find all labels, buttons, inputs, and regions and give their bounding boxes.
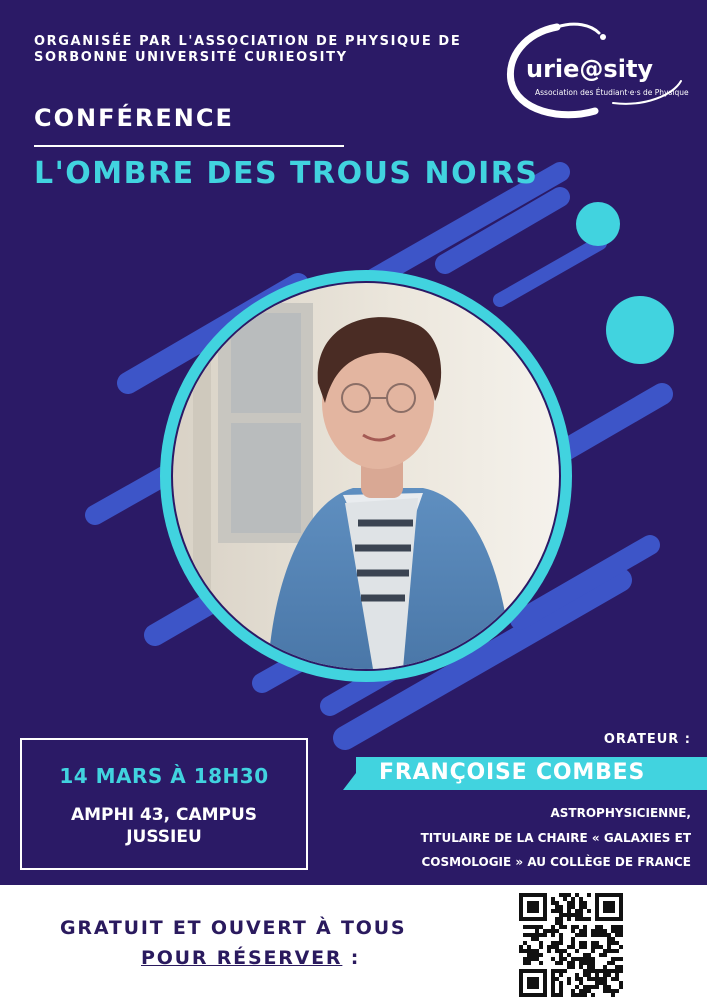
free-admission-text: GRATUIT ET OUVERT À TOUS [60, 917, 407, 939]
reserve-link[interactable]: POUR RÉSERVER [141, 947, 342, 969]
footer: GRATUIT ET OUVERT À TOUS POUR RÉSERVER : [0, 885, 707, 1000]
event-title: L'OMBRE DES TROUS NOIRS [34, 156, 539, 191]
speaker-portrait [173, 283, 559, 669]
organizer-text: ORGANISÉE PAR L'ASSOCIATION DE PHYSIQUE … [34, 34, 461, 66]
event-venue: AMPHI 43, CAMPUS JUSSIEU [20, 804, 308, 848]
event-type-label: CONFÉRENCE [34, 104, 234, 132]
logo-wordmark: urie@sity [526, 55, 654, 83]
speaker-desc-line-2: TITULAIRE DE LA CHAIRE « GALAXIES ET [420, 830, 691, 845]
organizer-line-2: SORBONNE UNIVERSITÉ CURIEOSITY [34, 50, 348, 65]
poster: ORGANISÉE PAR L'ASSOCIATION DE PHYSIQUE … [0, 0, 707, 885]
speaker-photo [173, 283, 559, 669]
logo-tagline: Association des Étudiant·e·s de Physique [535, 88, 689, 97]
date-venue-box: 14 MARS À 18H30 AMPHI 43, CAMPUS JUSSIEU [20, 738, 308, 870]
venue-line-1: AMPHI 43, CAMPUS [70, 805, 258, 825]
speaker-desc-line-3: COSMOLOGIE » AU COLLÈGE DE FRANCE [421, 855, 691, 869]
speaker-name: FRANÇOISE COMBES [379, 760, 646, 785]
speaker-label: ORATEUR : [603, 732, 691, 747]
speaker-desc-line-1: ASTROPHYSICIENNE, [550, 806, 691, 820]
curieosity-logo: urie@sity Association des Étudiant·e·s d… [495, 15, 695, 125]
organizer-line-1: ORGANISÉE PAR L'ASSOCIATION DE PHYSIQUE … [34, 34, 462, 49]
venue-line-2: JUSSIEU [126, 827, 202, 847]
speaker-description: ASTROPHYSICIENNE, TITULAIRE DE LA CHAIRE… [421, 801, 691, 875]
reserve-suffix: : [342, 947, 361, 969]
qr-code-icon[interactable] [519, 893, 623, 997]
title-divider [34, 145, 344, 147]
event-date-time: 14 MARS À 18H30 [59, 764, 269, 788]
reserve-line: POUR RÉSERVER : [141, 947, 360, 969]
